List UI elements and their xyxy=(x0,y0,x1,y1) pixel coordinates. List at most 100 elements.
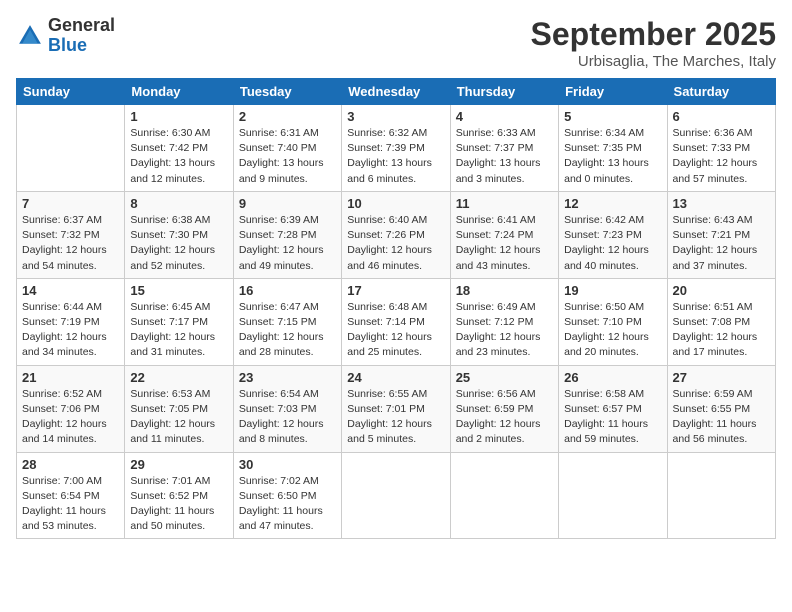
day-info: Sunrise: 6:44 AMSunset: 7:19 PMDaylight:… xyxy=(22,300,119,361)
calendar-cell: 20Sunrise: 6:51 AMSunset: 7:08 PMDayligh… xyxy=(667,278,775,365)
calendar-cell: 11Sunrise: 6:41 AMSunset: 7:24 PMDayligh… xyxy=(450,191,558,278)
day-number: 29 xyxy=(130,457,227,472)
day-number: 3 xyxy=(347,109,444,124)
day-number: 1 xyxy=(130,109,227,124)
day-number: 30 xyxy=(239,457,336,472)
calendar-cell: 27 Sunrise: 6:59 AMSunset: 6:55 PMDayligh… xyxy=(667,365,775,452)
calendar-cell xyxy=(342,452,450,539)
calendar-cell: 3Sunrise: 6:32 AMSunset: 7:39 PMDaylight… xyxy=(342,105,450,192)
weekday-header-sunday: Sunday xyxy=(17,79,125,105)
day-info: Sunrise: 6:38 AMSunset: 7:30 PMDaylight:… xyxy=(130,213,227,274)
month-title: September 2025 xyxy=(531,16,776,53)
calendar-cell: 2 Sunrise: 6:31 AMSunset: 7:40 PMDaylight… xyxy=(233,105,341,192)
calendar-cell: 22Sunrise: 6:53 AMSunset: 7:05 PMDayligh… xyxy=(125,365,233,452)
weekday-header-wednesday: Wednesday xyxy=(342,79,450,105)
day-number: 15 xyxy=(130,283,227,298)
page-header: General Blue September 2025 Urbisaglia, … xyxy=(16,16,776,70)
calendar-table: SundayMondayTuesdayWednesdayThursdayFrid… xyxy=(16,78,776,539)
day-info: Sunrise: 6:39 AMSunset: 7:28 PMDaylight:… xyxy=(239,213,336,274)
day-number: 9 xyxy=(239,196,336,211)
day-info: Sunrise: 6:52 AMSunset: 7:06 PMDaylight:… xyxy=(22,387,119,448)
calendar-cell: 12 Sunrise: 6:42 AMSunset: 7:23 PMDayligh… xyxy=(559,191,667,278)
calendar-week-row: 14 Sunrise: 6:44 AMSunset: 7:19 PMDayligh… xyxy=(17,278,776,365)
calendar-cell: 28Sunrise: 7:00 AMSunset: 6:54 PMDayligh… xyxy=(17,452,125,539)
calendar-cell: 5Sunrise: 6:34 AMSunset: 7:35 PMDaylight… xyxy=(559,105,667,192)
day-number: 10 xyxy=(347,196,444,211)
day-number: 26 xyxy=(564,370,661,385)
calendar-cell: 21Sunrise: 6:52 AMSunset: 7:06 PMDayligh… xyxy=(17,365,125,452)
day-number: 19 xyxy=(564,283,661,298)
day-info: Sunrise: 6:42 AMSunset: 7:23 PMDaylight:… xyxy=(564,213,661,274)
day-info: Sunrise: 6:54 AMSunset: 7:03 PMDaylight:… xyxy=(239,387,336,448)
day-info: Sunrise: 6:55 AMSunset: 7:01 PMDaylight:… xyxy=(347,387,444,448)
day-info: Sunrise: 6:58 AMSunset: 6:57 PMDaylight:… xyxy=(564,387,661,448)
calendar-cell: 13 Sunrise: 6:43 AMSunset: 7:21 PMDayligh… xyxy=(667,191,775,278)
day-info: Sunrise: 6:43 AMSunset: 7:21 PMDaylight:… xyxy=(673,213,770,274)
calendar-cell: 26 Sunrise: 6:58 AMSunset: 6:57 PMDayligh… xyxy=(559,365,667,452)
calendar-cell xyxy=(450,452,558,539)
title-block: September 2025 Urbisaglia, The Marches, … xyxy=(531,16,776,70)
day-info: Sunrise: 6:34 AMSunset: 7:35 PMDaylight:… xyxy=(564,126,661,187)
calendar-week-row: 1 Sunrise: 6:30 AMSunset: 7:42 PMDaylight… xyxy=(17,105,776,192)
calendar-cell: 17 Sunrise: 6:48 AMSunset: 7:14 PMDayligh… xyxy=(342,278,450,365)
calendar-cell: 19 Sunrise: 6:50 AMSunset: 7:10 PMDayligh… xyxy=(559,278,667,365)
calendar-cell: 23Sunrise: 6:54 AMSunset: 7:03 PMDayligh… xyxy=(233,365,341,452)
calendar-week-row: 21Sunrise: 6:52 AMSunset: 7:06 PMDayligh… xyxy=(17,365,776,452)
day-info: Sunrise: 6:45 AMSunset: 7:17 PMDaylight:… xyxy=(130,300,227,361)
day-number: 17 xyxy=(347,283,444,298)
day-number: 27 xyxy=(673,370,770,385)
day-number: 11 xyxy=(456,196,553,211)
calendar-cell: 7 Sunrise: 6:37 AMSunset: 7:32 PMDaylight… xyxy=(17,191,125,278)
day-info: Sunrise: 6:40 AMSunset: 7:26 PMDaylight:… xyxy=(347,213,444,274)
calendar-cell: 16 Sunrise: 6:47 AMSunset: 7:15 PMDayligh… xyxy=(233,278,341,365)
day-number: 25 xyxy=(456,370,553,385)
day-info: Sunrise: 6:48 AMSunset: 7:14 PMDaylight:… xyxy=(347,300,444,361)
calendar-cell xyxy=(559,452,667,539)
logo: General Blue xyxy=(16,16,115,56)
day-info: Sunrise: 6:37 AMSunset: 7:32 PMDaylight:… xyxy=(22,213,119,274)
day-info: Sunrise: 7:00 AMSunset: 6:54 PMDaylight:… xyxy=(22,474,119,535)
calendar-cell xyxy=(17,105,125,192)
calendar-cell: 15 Sunrise: 6:45 AMSunset: 7:17 PMDayligh… xyxy=(125,278,233,365)
day-info: Sunrise: 6:31 AMSunset: 7:40 PMDaylight:… xyxy=(239,126,336,187)
logo-icon xyxy=(16,22,44,50)
calendar-cell: 14 Sunrise: 6:44 AMSunset: 7:19 PMDayligh… xyxy=(17,278,125,365)
calendar-week-row: 28Sunrise: 7:00 AMSunset: 6:54 PMDayligh… xyxy=(17,452,776,539)
day-info: Sunrise: 6:59 AMSunset: 6:55 PMDaylight:… xyxy=(673,387,770,448)
weekday-header-saturday: Saturday xyxy=(667,79,775,105)
calendar-cell: 30 Sunrise: 7:02 AMSunset: 6:50 PMDayligh… xyxy=(233,452,341,539)
weekday-header-monday: Monday xyxy=(125,79,233,105)
logo-text: General Blue xyxy=(48,16,115,56)
calendar-cell xyxy=(667,452,775,539)
day-number: 13 xyxy=(673,196,770,211)
day-number: 4 xyxy=(456,109,553,124)
day-info: Sunrise: 7:01 AMSunset: 6:52 PMDaylight:… xyxy=(130,474,227,535)
day-number: 16 xyxy=(239,283,336,298)
calendar-week-row: 7 Sunrise: 6:37 AMSunset: 7:32 PMDaylight… xyxy=(17,191,776,278)
calendar-cell: 18 Sunrise: 6:49 AMSunset: 7:12 PMDayligh… xyxy=(450,278,558,365)
calendar-cell: 9 Sunrise: 6:39 AMSunset: 7:28 PMDaylight… xyxy=(233,191,341,278)
day-info: Sunrise: 6:50 AMSunset: 7:10 PMDaylight:… xyxy=(564,300,661,361)
day-info: Sunrise: 6:47 AMSunset: 7:15 PMDaylight:… xyxy=(239,300,336,361)
day-number: 2 xyxy=(239,109,336,124)
day-info: Sunrise: 6:30 AMSunset: 7:42 PMDaylight:… xyxy=(130,126,227,187)
day-number: 20 xyxy=(673,283,770,298)
day-info: Sunrise: 6:49 AMSunset: 7:12 PMDaylight:… xyxy=(456,300,553,361)
calendar-cell: 1 Sunrise: 6:30 AMSunset: 7:42 PMDaylight… xyxy=(125,105,233,192)
calendar-cell: 24 Sunrise: 6:55 AMSunset: 7:01 PMDayligh… xyxy=(342,365,450,452)
location-subtitle: Urbisaglia, The Marches, Italy xyxy=(531,53,776,70)
day-number: 12 xyxy=(564,196,661,211)
day-number: 24 xyxy=(347,370,444,385)
calendar-cell: 8Sunrise: 6:38 AMSunset: 7:30 PMDaylight… xyxy=(125,191,233,278)
day-number: 18 xyxy=(456,283,553,298)
day-info: Sunrise: 7:02 AMSunset: 6:50 PMDaylight:… xyxy=(239,474,336,535)
day-number: 7 xyxy=(22,196,119,211)
calendar-cell: 4Sunrise: 6:33 AMSunset: 7:37 PMDaylight… xyxy=(450,105,558,192)
calendar-cell: 10 Sunrise: 6:40 AMSunset: 7:26 PMDayligh… xyxy=(342,191,450,278)
calendar-cell: 6Sunrise: 6:36 AMSunset: 7:33 PMDaylight… xyxy=(667,105,775,192)
weekday-header-friday: Friday xyxy=(559,79,667,105)
day-info: Sunrise: 6:56 AMSunset: 6:59 PMDaylight:… xyxy=(456,387,553,448)
day-number: 14 xyxy=(22,283,119,298)
day-info: Sunrise: 6:36 AMSunset: 7:33 PMDaylight:… xyxy=(673,126,770,187)
weekday-header-row: SundayMondayTuesdayWednesdayThursdayFrid… xyxy=(17,79,776,105)
